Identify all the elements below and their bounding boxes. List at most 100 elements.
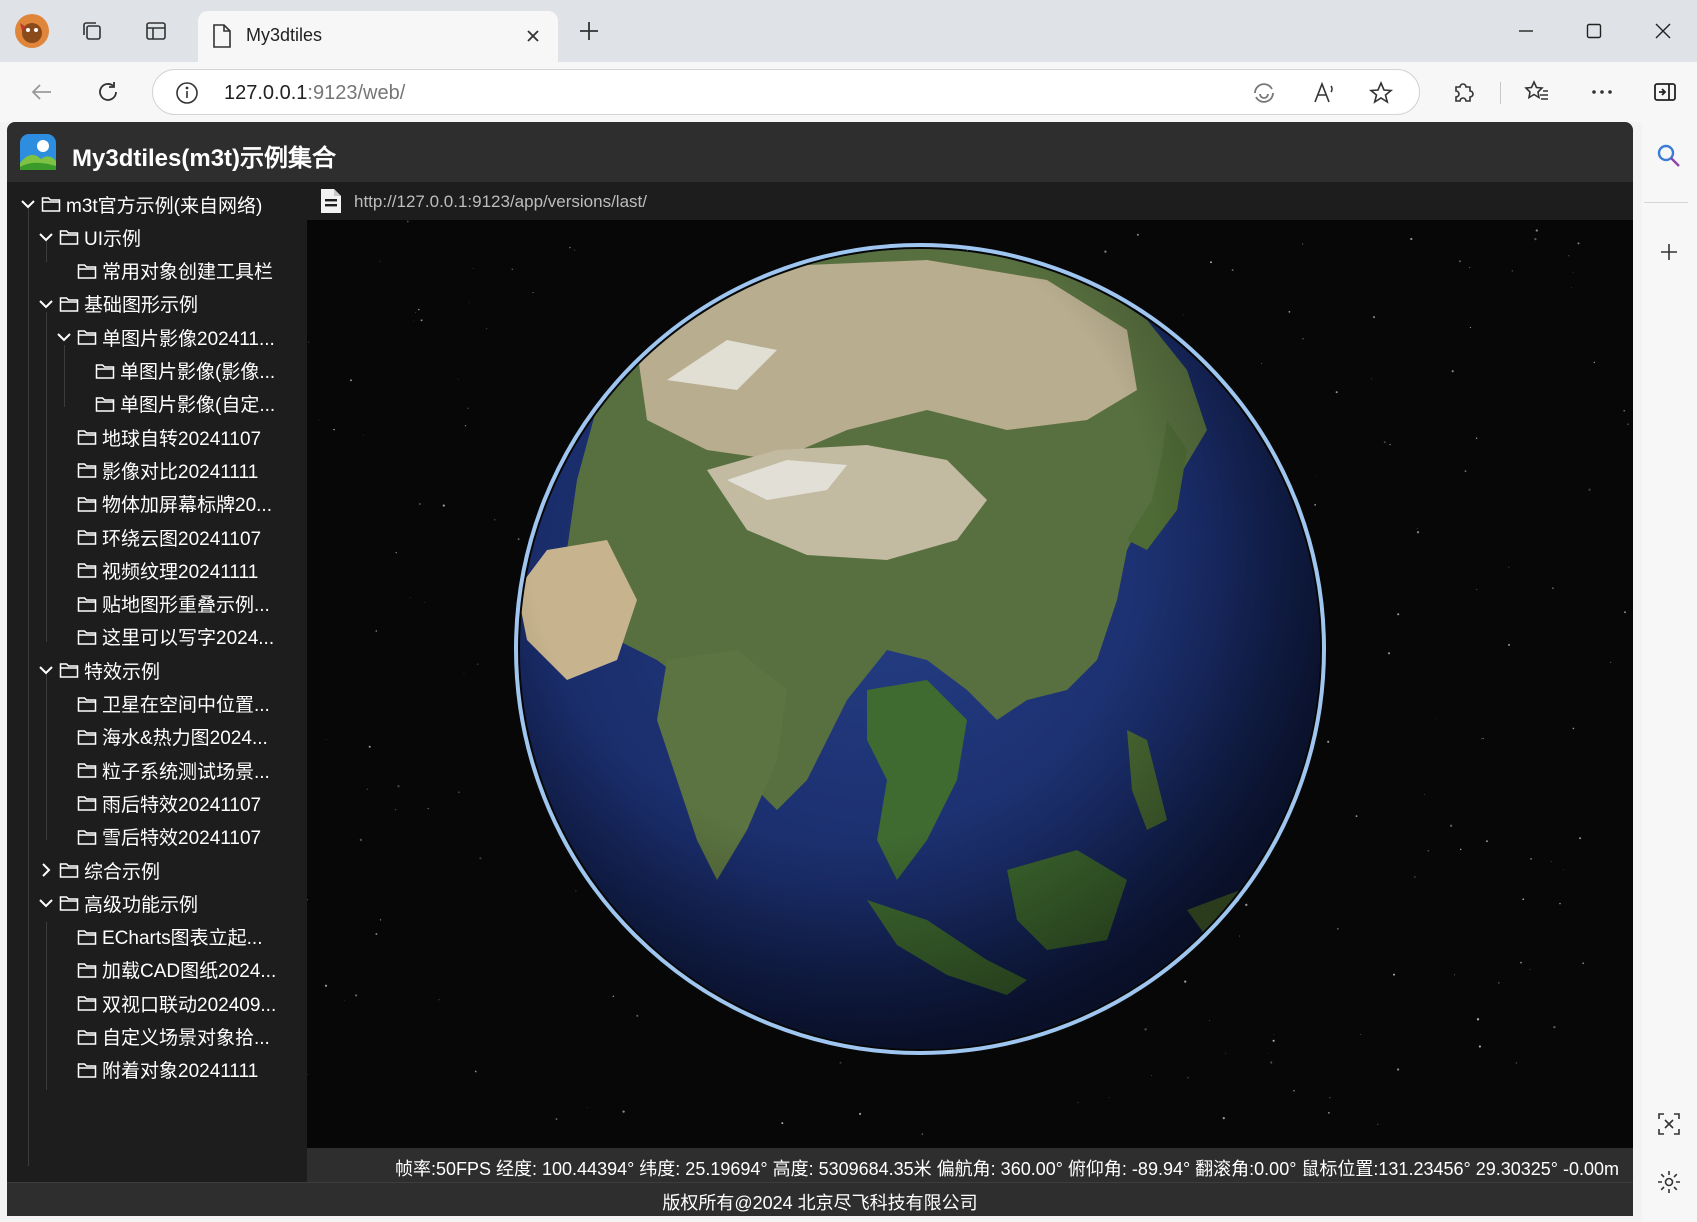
tree-item[interactable]: 影像对比20241111 — [55, 453, 258, 487]
folder-icon — [77, 1028, 97, 1046]
tree-item[interactable]: 卫星在空间中位置... — [55, 687, 270, 721]
site-info-icon[interactable] — [173, 79, 201, 107]
star — [485, 327, 488, 330]
tree-item[interactable]: 单图片影像(自定... — [73, 387, 275, 421]
star — [1476, 589, 1478, 591]
tree-item[interactable]: UI示例 — [37, 220, 141, 254]
star — [1293, 1089, 1295, 1092]
tree-item[interactable]: 视频纹理20241111 — [55, 553, 258, 587]
tree-item-label: 单图片影像202411... — [102, 328, 275, 350]
app-header: My3dtiles(m3t)示例集合 — [7, 122, 1633, 182]
tree-item[interactable]: 海水&热力图2024... — [55, 720, 268, 754]
tree-guide-line — [64, 345, 65, 407]
tab-my3dtiles[interactable]: My3dtiles — [198, 11, 558, 62]
refresh-icon[interactable] — [88, 72, 128, 112]
tree-item[interactable]: 粒子系统测试场景... — [55, 753, 270, 787]
tree-item[interactable]: 特效示例 — [37, 653, 160, 687]
tree-item[interactable]: 高级功能示例 — [37, 886, 198, 920]
screenshot-icon[interactable] — [1649, 1104, 1689, 1144]
star — [1475, 437, 1478, 439]
tree-item[interactable]: 加载CAD图纸2024... — [55, 953, 276, 987]
globe-canvas[interactable] — [307, 220, 1633, 1148]
tree-item[interactable]: 常用对象创建工具栏 — [55, 254, 273, 288]
star — [1535, 229, 1538, 232]
chevron-down-icon[interactable] — [37, 295, 55, 313]
tree-item[interactable]: 双视口联动202409... — [55, 986, 276, 1020]
folder-icon — [77, 262, 97, 280]
chevron-down-icon[interactable] — [37, 894, 55, 912]
star — [622, 1110, 625, 1113]
back-arrow-icon[interactable] — [22, 72, 62, 112]
star — [1551, 587, 1554, 590]
star — [1511, 270, 1513, 272]
folder-icon — [77, 695, 97, 713]
extensions-icon[interactable] — [1444, 72, 1484, 112]
iframe-url[interactable]: http://127.0.0.1:9123/app/versions/last/ — [354, 192, 647, 212]
search-icon[interactable] — [1649, 136, 1689, 176]
more-options-icon[interactable] — [1582, 72, 1622, 112]
workspaces-icon[interactable] — [74, 13, 110, 49]
tree-item[interactable]: ECharts图表立起... — [55, 920, 262, 954]
address-bar[interactable]: 127.0.0.1:9123/web/ — [152, 69, 1420, 115]
maximize-icon[interactable] — [1574, 14, 1614, 48]
settings-gear-icon[interactable] — [1649, 1162, 1689, 1202]
star — [1335, 391, 1338, 394]
minimize-icon[interactable] — [1506, 14, 1546, 48]
chevron-down-icon[interactable] — [37, 661, 55, 679]
sidebar-toggle-icon[interactable] — [1645, 72, 1685, 112]
star — [325, 739, 327, 740]
tree-item[interactable]: m3t官方示例(来自网络) — [19, 187, 262, 221]
star — [1387, 652, 1391, 655]
star — [457, 791, 460, 794]
tab-close-icon[interactable] — [522, 25, 544, 47]
tree-item[interactable]: 物体加屏幕标牌20... — [55, 487, 272, 521]
tree-item[interactable]: 自定义场景对象拾... — [55, 1020, 270, 1054]
folder-icon — [95, 395, 115, 413]
star — [1108, 1097, 1110, 1099]
tree-item[interactable]: 单图片影像202411... — [55, 320, 275, 354]
star — [418, 503, 421, 505]
tree-item-label: 综合示例 — [84, 861, 161, 883]
star — [420, 319, 423, 322]
tree-item[interactable]: 雪后特效20241107 — [55, 820, 261, 854]
tree-item[interactable]: 贴地图形重叠示例... — [55, 587, 270, 621]
address-url[interactable]: 127.0.0.1:9123/web/ — [224, 82, 405, 105]
tree-item[interactable]: 综合示例 — [37, 853, 160, 887]
star — [1266, 1053, 1268, 1054]
new-tab-icon[interactable] — [571, 13, 607, 49]
star — [1396, 1068, 1400, 1071]
favorites-list-icon[interactable] — [1517, 72, 1557, 112]
example-tree: m3t官方示例(来自网络) UI示例 常用对象创建工具栏 基础图形示例单图片影像202… — [7, 182, 307, 1182]
star — [1413, 875, 1416, 878]
read-aloud-icon[interactable] — [1311, 79, 1339, 107]
star — [359, 838, 363, 842]
tree-item[interactable]: 这里可以写字2024... — [55, 620, 274, 654]
edge-tracking-icon[interactable] — [1250, 79, 1278, 107]
chevron-right-icon[interactable] — [37, 861, 55, 879]
tree-item[interactable]: 附着对象20241111 — [55, 1053, 258, 1087]
globe-viewer[interactable] — [307, 220, 1633, 1148]
chevron-down-icon[interactable] — [55, 328, 73, 346]
chevron-down-icon[interactable] — [19, 195, 37, 213]
toolbar-divider — [1500, 82, 1501, 104]
folder-icon — [77, 595, 97, 613]
tree-item[interactable]: 地球自转20241107 — [55, 420, 261, 454]
address-path: :9123/web/ — [307, 82, 406, 104]
tree-item[interactable]: 基础图形示例 — [37, 287, 198, 321]
favorite-star-icon[interactable] — [1367, 79, 1395, 107]
tree-item[interactable]: 环绕云图20241107 — [55, 520, 261, 554]
close-window-icon[interactable] — [1643, 14, 1683, 48]
star — [555, 1118, 558, 1120]
profile-avatar-icon[interactable] — [14, 13, 50, 49]
vertical-tabs-icon[interactable] — [138, 13, 174, 49]
chevron-down-icon[interactable] — [37, 228, 55, 246]
tree-item[interactable]: 单图片影像(影像... — [73, 354, 275, 388]
add-icon[interactable] — [1649, 232, 1689, 272]
tree-item[interactable]: 雨后特效20241107 — [55, 786, 261, 820]
